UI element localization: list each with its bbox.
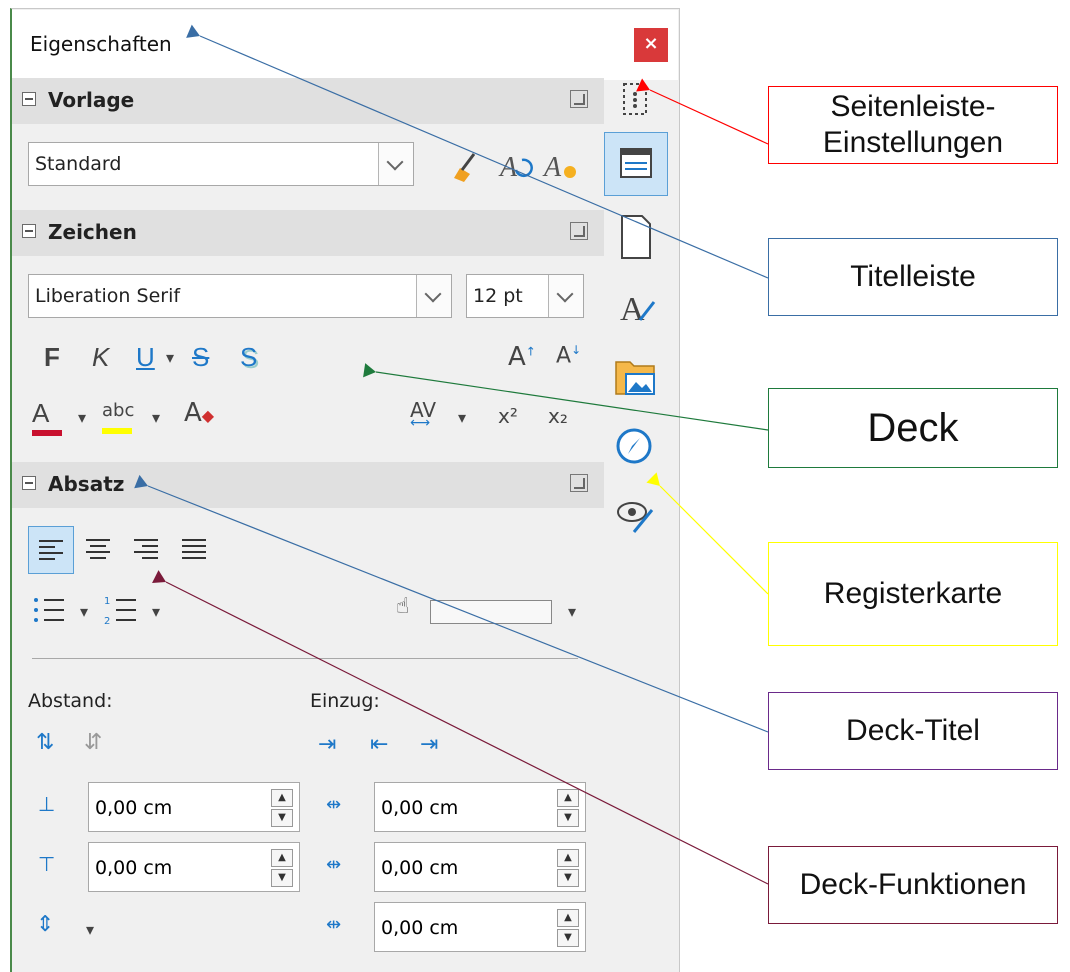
arrow-deck-funktionen [152,570,769,885]
arrow-deck-titel [134,474,769,733]
arrow-deck [363,363,769,431]
arrow-titelleiste [186,24,769,279]
annotation-arrows [134,24,769,885]
arrow-registerkarte [646,472,769,595]
arrow-seitenleiste [636,78,769,145]
